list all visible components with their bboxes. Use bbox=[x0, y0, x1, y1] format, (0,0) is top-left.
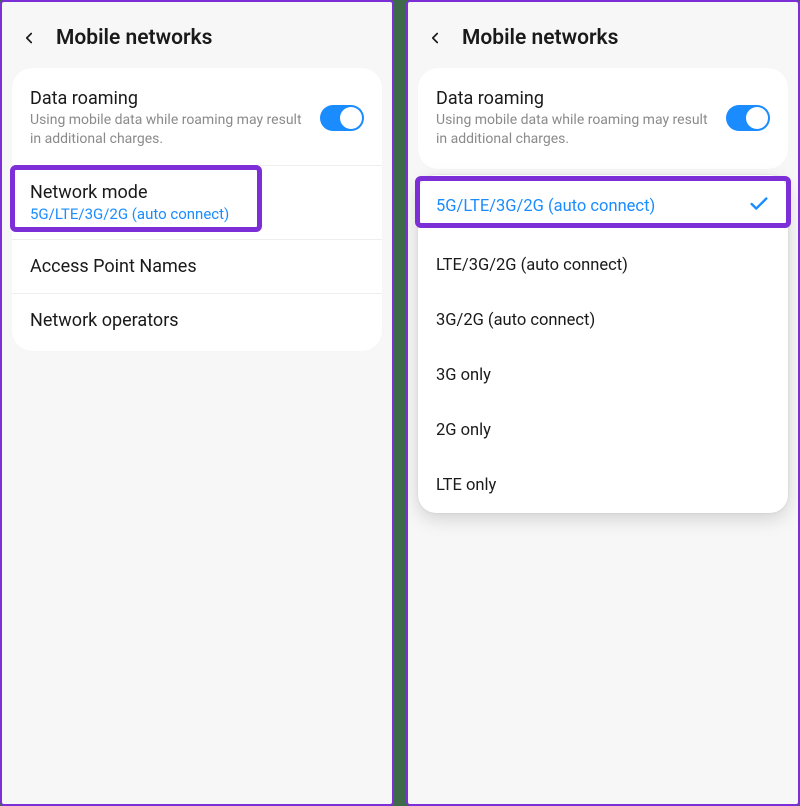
dropdown-option-3[interactable]: 3G only bbox=[418, 348, 788, 403]
network-mode-current: 5G/LTE/3G/2G (auto connect) bbox=[30, 205, 364, 223]
dropdown-option-0[interactable]: 5G/LTE/3G/2G (auto connect) bbox=[418, 175, 788, 238]
header: Mobile networks bbox=[408, 2, 798, 68]
data-roaming-subtitle: Using mobile data while roaming may resu… bbox=[436, 111, 710, 149]
network-mode-title: Network mode bbox=[30, 182, 364, 203]
header: Mobile networks bbox=[2, 2, 392, 68]
dropdown-option-1[interactable]: LTE/3G/2G (auto connect) bbox=[418, 238, 788, 293]
dropdown-option-5[interactable]: LTE only bbox=[418, 458, 788, 513]
row-data-roaming[interactable]: Data roaming Using mobile data while roa… bbox=[12, 72, 382, 166]
dropdown-option-label: 5G/LTE/3G/2G (auto connect) bbox=[436, 197, 655, 216]
phone-screen-right: Mobile networks Data roaming Using mobil… bbox=[406, 0, 800, 806]
dropdown-option-label: LTE/3G/2G (auto connect) bbox=[436, 256, 628, 275]
dropdown-option-4[interactable]: 2G only bbox=[418, 403, 788, 458]
back-icon[interactable] bbox=[20, 29, 38, 47]
dropdown-option-label: LTE only bbox=[436, 476, 496, 495]
data-roaming-toggle[interactable] bbox=[320, 105, 364, 131]
dropdown-option-2[interactable]: 3G/2G (auto connect) bbox=[418, 293, 788, 348]
row-operators[interactable]: Network operators bbox=[12, 294, 382, 347]
row-data-roaming[interactable]: Data roaming Using mobile data while roa… bbox=[418, 72, 788, 165]
data-roaming-subtitle: Using mobile data while roaming may resu… bbox=[30, 111, 304, 149]
page-title: Mobile networks bbox=[462, 26, 618, 50]
settings-card: Data roaming Using mobile data while roa… bbox=[418, 68, 788, 169]
data-roaming-title: Data roaming bbox=[436, 88, 710, 109]
page-title: Mobile networks bbox=[56, 26, 212, 50]
dropdown-option-label: 3G only bbox=[436, 366, 491, 385]
operators-label: Network operators bbox=[30, 310, 364, 331]
row-network-mode[interactable]: Network mode 5G/LTE/3G/2G (auto connect) bbox=[12, 166, 382, 240]
dropdown-option-label: 2G only bbox=[436, 421, 491, 440]
network-mode-dropdown: 5G/LTE/3G/2G (auto connect) LTE/3G/2G (a… bbox=[418, 175, 788, 513]
back-icon[interactable] bbox=[426, 29, 444, 47]
phone-screen-left: Mobile networks Data roaming Using mobil… bbox=[0, 0, 394, 806]
apn-label: Access Point Names bbox=[30, 256, 364, 277]
check-icon bbox=[748, 193, 770, 220]
data-roaming-toggle[interactable] bbox=[726, 105, 770, 131]
settings-card: Data roaming Using mobile data while roa… bbox=[12, 68, 382, 351]
dropdown-option-label: 3G/2G (auto connect) bbox=[436, 311, 595, 330]
row-apn[interactable]: Access Point Names bbox=[12, 240, 382, 294]
data-roaming-title: Data roaming bbox=[30, 88, 304, 109]
